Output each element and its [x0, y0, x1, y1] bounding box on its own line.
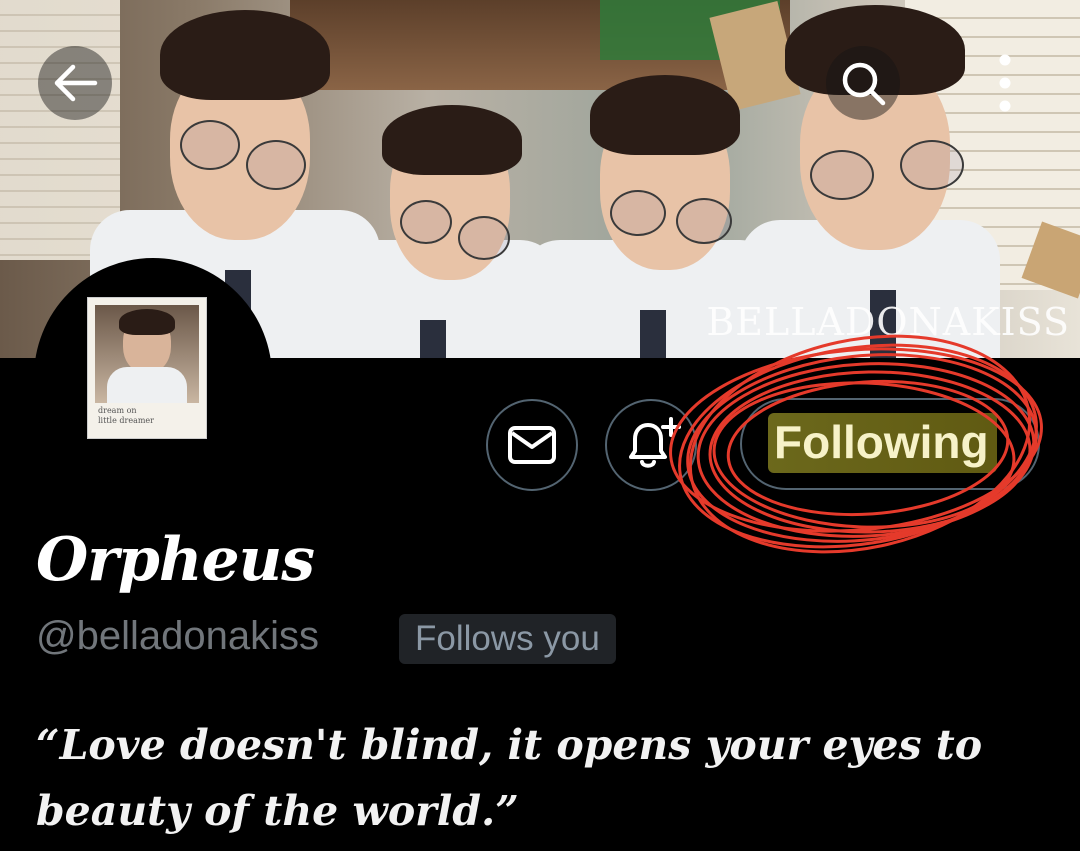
avatar-caption: dream on: [98, 406, 137, 415]
message-button[interactable]: [486, 399, 578, 491]
search-button[interactable]: [826, 46, 900, 120]
notifications-button[interactable]: [605, 399, 697, 491]
search-icon: [842, 62, 886, 106]
envelope-icon: [508, 426, 556, 464]
arrow-left-icon: [54, 64, 98, 102]
avatar-caption: little dreamer: [98, 416, 154, 425]
avatar-photo: [95, 305, 199, 403]
banner-watermark: BELLADONAKISS: [706, 300, 1070, 344]
banner-person: [320, 100, 560, 358]
bell-plus-icon: [629, 417, 681, 468]
display-name: Orpheus: [36, 525, 315, 595]
more-options-button[interactable]: [990, 46, 1020, 120]
username-handle: @belladonakiss: [36, 614, 319, 658]
more-vertical-icon: [999, 54, 1011, 112]
back-button[interactable]: [38, 46, 112, 120]
profile-bio: “Love doesn't blind, it opens your eyes …: [36, 721, 983, 835]
follows-you-badge: Follows you: [399, 614, 616, 664]
following-button-label[interactable]: Following: [768, 413, 997, 473]
avatar-image: dream on little dreamer: [88, 298, 206, 438]
